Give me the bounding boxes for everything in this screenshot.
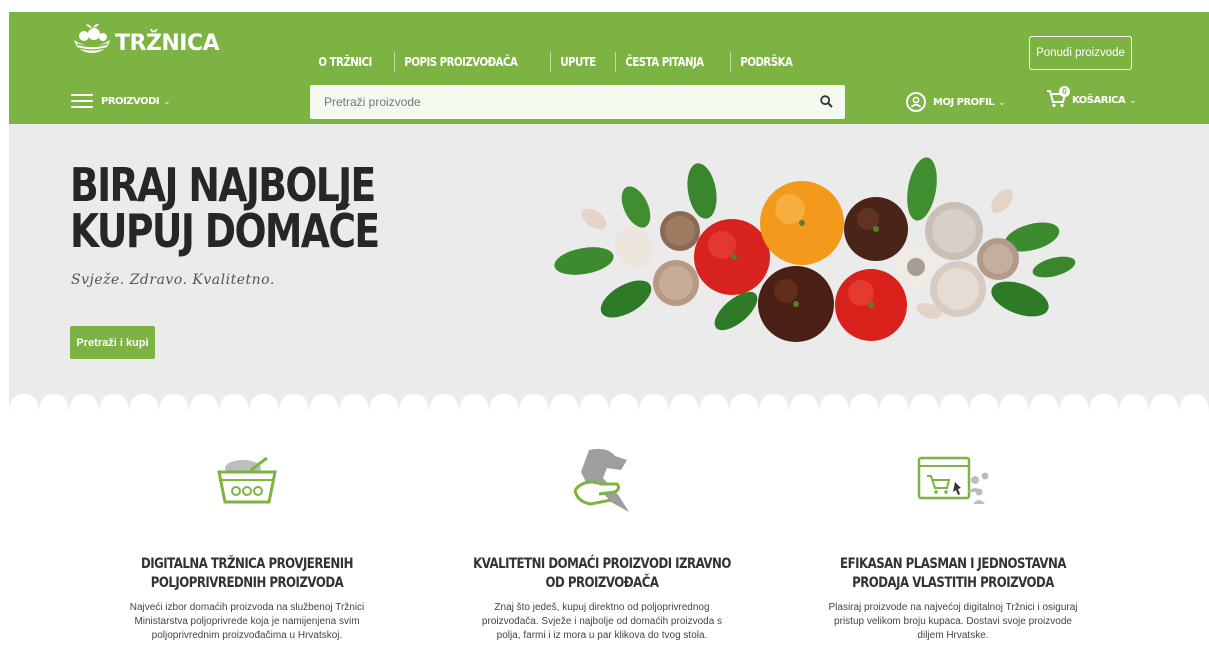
hero-banner: BIRAJ NAJBOLJE KUPUJ DOMAĆE Svježe. Zdra… (9, 124, 1209, 414)
nav-link-popis-proizvodaca[interactable]: POPIS PROIZVOĐAČA (395, 55, 527, 69)
vegetables-image (554, 157, 1076, 342)
profile-menu[interactable]: MOJ PROFIL ⌄ (906, 92, 1006, 112)
top-navigation: O TRŽNICI POPIS PROIZVOĐAČA UPUTE ČESTA … (309, 52, 814, 72)
products-menu-label: PROIZVODI (101, 95, 160, 107)
feature-text: Najveći izbor domaćih proizvoda na služb… (129, 602, 365, 641)
online-shop-icon (793, 440, 1113, 520)
top-frame (0, 0, 1209, 12)
nav-link-podrska[interactable]: PODRŠKA (731, 55, 802, 69)
hamburger-icon (71, 94, 93, 108)
search-icon[interactable] (820, 95, 833, 108)
scallop-divider (9, 392, 1209, 414)
basket-icon (87, 440, 407, 520)
offer-products-button[interactable]: Ponudi proizvode (1029, 36, 1132, 70)
cart-menu[interactable]: 0 KOŠARICA ⌄ (1046, 86, 1137, 113)
cart-count-badge: 0 (1059, 86, 1070, 97)
user-icon (906, 92, 926, 112)
feature-card: EFIKASAN PLASMAN I JEDNOSTAVNA PRODAJA V… (793, 440, 1113, 643)
logo[interactable]: TRŽNICA (71, 22, 220, 56)
cart-icon: 0 (1046, 86, 1070, 113)
hero-title-line-2: KUPUJ DOMAĆE (70, 204, 380, 258)
feature-card: DIGITALNA TRŽNICA PROVJERENIH POLJOPRIVR… (87, 440, 407, 643)
croatia-hand-icon (442, 440, 762, 520)
feature-text: Znaj što jedeš, kupuj direktno od poljop… (481, 602, 723, 641)
nav-link-cesta-pitanja[interactable]: ČESTA PITANJA (616, 55, 713, 69)
hero-title-line-1: BIRAJ NAJBOLJE (70, 158, 376, 212)
products-menu-toggle[interactable]: PROIZVODI ⌄ (71, 94, 171, 108)
logo-icon (74, 23, 110, 53)
feature-title: KVALITETNI DOMAĆI PROIZVODI IZRAVNO OD P… (473, 556, 731, 591)
cart-label: KOŠARICA (1072, 95, 1126, 106)
logo-text: TRŽNICA (115, 30, 220, 56)
feature-text: Plasiraj proizvode na najvećoj digitalno… (828, 602, 1078, 641)
profile-label: MOJ PROFIL (933, 96, 995, 108)
site-header: TRŽNICA O TRŽNICI POPIS PROIZVOĐAČA UPUT… (9, 12, 1209, 124)
chevron-down-icon: ⌄ (998, 96, 1006, 107)
hero-subtitle: Svježe. Zdravo. Kvalitetno. (71, 272, 275, 288)
nav-link-upute[interactable]: UPUTE (551, 55, 605, 69)
hero-title: BIRAJ NAJBOLJE KUPUJ DOMAĆE (70, 162, 398, 254)
chevron-down-icon: ⌄ (163, 95, 171, 106)
chevron-down-icon: ⌄ (1129, 95, 1137, 105)
search-bar (310, 85, 845, 119)
search-and-buy-button[interactable]: Pretraži i kupi (70, 326, 155, 359)
nav-link-o-trznici[interactable]: O TRŽNICI (309, 55, 381, 69)
feature-title: DIGITALNA TRŽNICA PROVJERENIH POLJOPRIVR… (141, 556, 353, 591)
feature-card: KVALITETNI DOMAĆI PROIZVODI IZRAVNO OD P… (442, 440, 762, 643)
search-input[interactable] (310, 95, 800, 109)
feature-title: EFIKASAN PLASMAN I JEDNOSTAVNA PRODAJA V… (840, 556, 1066, 591)
features-section: DIGITALNA TRŽNICA PROVJERENIH POLJOPRIVR… (9, 440, 1209, 663)
